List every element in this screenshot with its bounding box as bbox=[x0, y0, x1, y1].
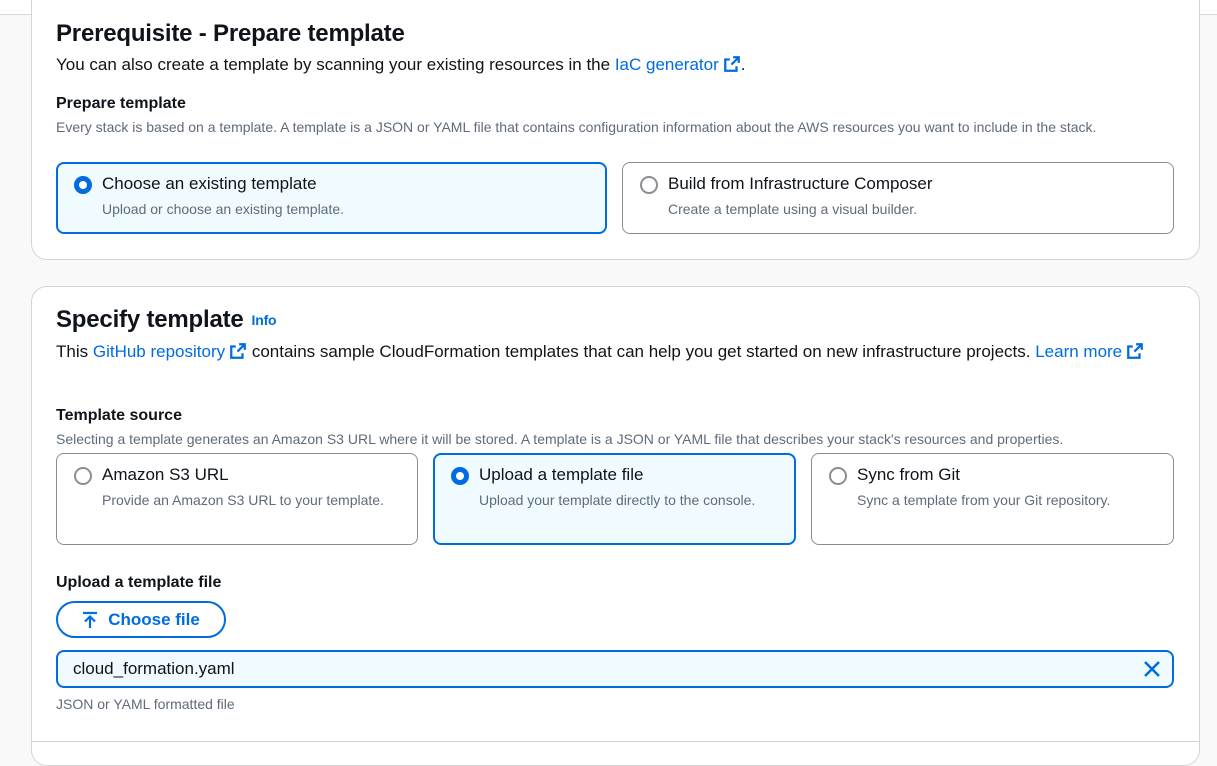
source-upload-template-file[interactable]: Upload a template file Upload your templ… bbox=[433, 453, 796, 545]
specify-desc-this: This bbox=[56, 342, 93, 361]
option-description: Create a template using a visual builder… bbox=[668, 201, 918, 217]
option-title: Build from Infrastructure Composer bbox=[668, 174, 933, 193]
template-source-label: Template source bbox=[56, 407, 182, 424]
info-link[interactable]: Info bbox=[252, 312, 277, 328]
template-source-hint: Selecting a template generates an Amazon… bbox=[56, 431, 1064, 447]
github-repository-link[interactable]: GitHub repository bbox=[93, 342, 247, 361]
source-title: Amazon S3 URL bbox=[102, 465, 229, 484]
source-description: Upload your template directly to the con… bbox=[479, 492, 756, 508]
external-link-icon bbox=[723, 56, 740, 72]
prerequisite-desc-end: . bbox=[740, 55, 746, 74]
iac-generator-link-text[interactable]: IaC generator bbox=[615, 55, 719, 74]
option-title: Choose an existing template bbox=[102, 174, 317, 193]
option-description: Upload or choose an existing template. bbox=[102, 201, 345, 217]
specify-title-text: Specify template bbox=[56, 306, 244, 333]
source-title: Sync from Git bbox=[857, 465, 960, 484]
option-choose-existing-template[interactable]: Choose an existing template Upload or ch… bbox=[56, 162, 607, 234]
specify-description: This GitHub repository contains sample C… bbox=[56, 339, 1156, 364]
prepare-template-label: Prepare template bbox=[56, 95, 186, 112]
file-format-hint: JSON or YAML formatted file bbox=[56, 696, 235, 712]
radio-icon[interactable] bbox=[829, 467, 847, 485]
source-title: Upload a template file bbox=[479, 465, 644, 484]
specify-template-title: Specify template Info bbox=[56, 306, 277, 334]
choose-file-label[interactable]: Choose file bbox=[108, 610, 200, 630]
upload-template-file-label: Upload a template file bbox=[56, 574, 222, 591]
option-build-from-infrastructure-composer[interactable]: Build from Infrastructure Composer Creat… bbox=[622, 162, 1174, 234]
close-icon[interactable] bbox=[1142, 659, 1162, 679]
learn-more-link[interactable]: Learn more bbox=[1035, 342, 1144, 361]
radio-icon[interactable] bbox=[640, 176, 658, 194]
prerequisite-title: Prerequisite - Prepare template bbox=[56, 20, 405, 47]
specify-desc-middle: contains sample CloudFormation templates… bbox=[247, 342, 1036, 361]
upload-arrow-icon bbox=[83, 611, 98, 628]
radio-icon[interactable] bbox=[74, 467, 92, 485]
source-amazon-s3-url[interactable]: Amazon S3 URL Provide an Amazon S3 URL t… bbox=[56, 453, 418, 545]
prerequisite-description: You can also create a template by scanni… bbox=[56, 52, 746, 77]
external-link-icon bbox=[1127, 343, 1144, 359]
external-link-icon bbox=[230, 343, 246, 359]
learn-more-text[interactable]: Learn more bbox=[1035, 342, 1122, 361]
source-sync-from-git[interactable]: Sync from Git Sync a template from your … bbox=[811, 453, 1174, 545]
iac-generator-link[interactable]: IaC generator bbox=[615, 55, 741, 74]
source-description: Sync a template from your Git repository… bbox=[857, 492, 1111, 508]
prerequisite-desc-text: You can also create a template by scanni… bbox=[56, 55, 615, 74]
file-name: cloud_formation.yaml bbox=[73, 659, 235, 678]
source-description: Provide an Amazon S3 URL to your templat… bbox=[102, 492, 384, 508]
radio-icon[interactable] bbox=[451, 467, 469, 485]
divider bbox=[31, 741, 1200, 742]
radio-icon[interactable] bbox=[74, 176, 92, 194]
choose-file-button[interactable]: Choose file bbox=[56, 601, 226, 638]
github-link-text[interactable]: GitHub repository bbox=[93, 342, 225, 361]
prepare-template-hint: Every stack is based on a template. A te… bbox=[56, 119, 1097, 135]
selected-file-token: cloud_formation.yaml bbox=[56, 650, 1174, 688]
